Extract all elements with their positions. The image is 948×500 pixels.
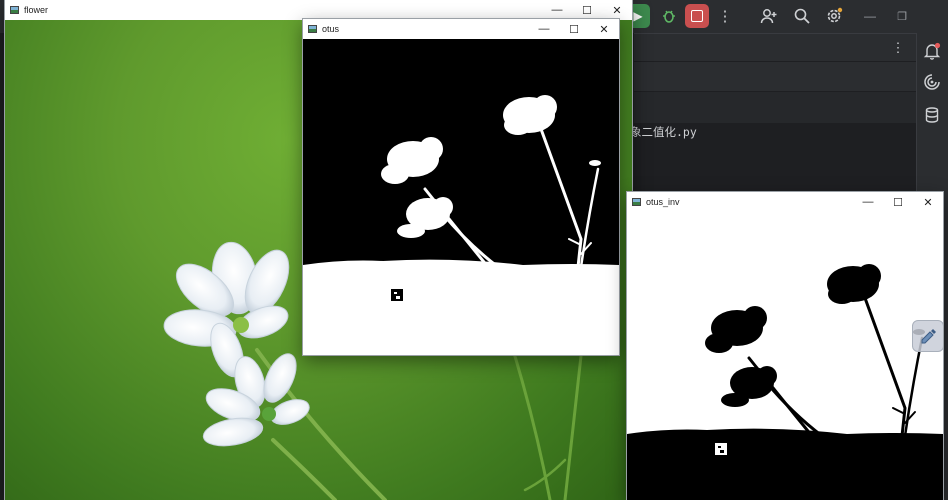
otus-inv-window[interactable]: otus_inv — ☐ ✕ xyxy=(627,192,943,500)
ai-assistant-icon[interactable] xyxy=(923,73,941,91)
close-button[interactable]: ✕ xyxy=(602,0,632,20)
editor-strip xyxy=(634,91,916,123)
maximize-button[interactable]: ☐ xyxy=(572,0,602,20)
tab-more-icon[interactable]: ⋮ xyxy=(892,40,905,56)
minimize-button[interactable]: — xyxy=(542,0,572,20)
minimize-button[interactable]: — xyxy=(853,192,883,212)
rerun-icon: ▶ xyxy=(633,9,643,23)
flower-title-bar[interactable]: flower — ☐ ✕ xyxy=(5,0,632,20)
search-icon[interactable] xyxy=(793,7,811,25)
stop-icon xyxy=(691,10,703,22)
app-window-icon xyxy=(632,198,641,206)
debug-button[interactable] xyxy=(657,4,681,28)
window-title: otus xyxy=(322,24,340,34)
floating-widget-button[interactable] xyxy=(912,320,943,352)
console-line: 象二值化.py xyxy=(630,125,697,139)
otus-title-bar[interactable]: otus — ☐ ✕ xyxy=(303,19,619,39)
maximize-button[interactable]: ☐ xyxy=(883,192,913,212)
add-user-icon[interactable] xyxy=(760,7,778,25)
otus-inv-binary-image xyxy=(627,212,943,500)
close-button[interactable]: ✕ xyxy=(589,19,619,39)
close-button[interactable]: ✕ xyxy=(913,192,943,212)
database-icon[interactable] xyxy=(923,106,941,124)
otus-inv-title-bar[interactable]: otus_inv — ☐ ✕ xyxy=(627,192,943,212)
minimize-button[interactable]: — xyxy=(529,19,559,39)
otus-window[interactable]: otus — ☐ ✕ xyxy=(303,19,619,355)
maximize-button[interactable]: ☐ xyxy=(559,19,589,39)
stop-button[interactable] xyxy=(685,4,709,28)
edit-tool-icon xyxy=(921,329,936,344)
window-minimize-icon[interactable]: — xyxy=(862,8,878,24)
app-window-icon xyxy=(308,25,317,33)
window-restore-icon[interactable]: ❐ xyxy=(894,8,910,24)
editor-tab-bar xyxy=(634,33,916,62)
gear-icon[interactable] xyxy=(825,7,843,25)
app-window-icon xyxy=(10,6,19,14)
window-title: flower xyxy=(24,5,49,15)
notifications-icon[interactable] xyxy=(923,42,941,60)
editor-breadcrumb xyxy=(634,61,916,92)
otus-binary-image xyxy=(303,39,619,355)
window-title: otus_inv xyxy=(646,197,680,207)
bug-icon xyxy=(663,10,675,23)
more-vertical-icon[interactable]: ⋮ xyxy=(718,8,733,25)
